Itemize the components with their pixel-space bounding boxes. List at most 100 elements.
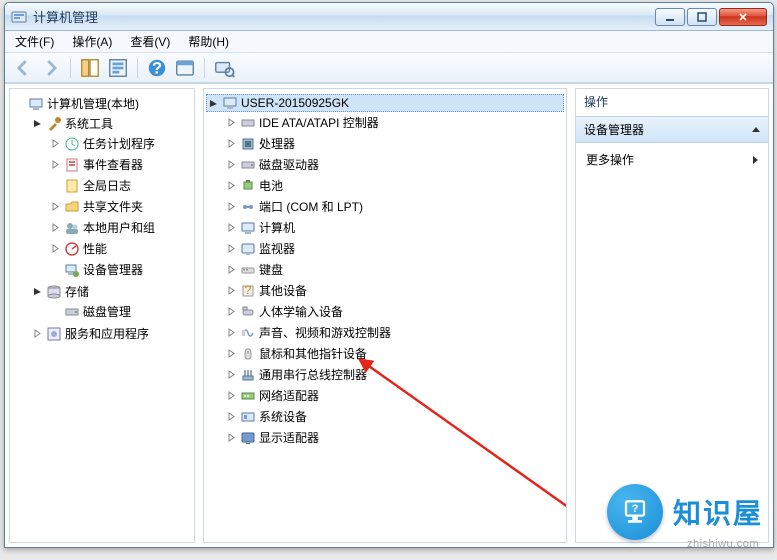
expander-expand-icon[interactable] [226, 369, 237, 380]
device-category-label: 计算机 [259, 219, 295, 236]
toolbar-sep-1 [70, 58, 71, 78]
actions-more[interactable]: 更多操作 [576, 143, 768, 176]
device-category[interactable]: 人体学输入设备 [224, 302, 564, 321]
device-category[interactable]: 网络适配器 [224, 386, 564, 405]
expander-expand-icon[interactable] [226, 117, 237, 128]
left-performance[interactable]: 性能 [48, 239, 192, 258]
device-category[interactable]: 端口 (COM 和 LPT) [224, 197, 564, 216]
disk-icon [64, 304, 80, 320]
left-shared-folders[interactable]: 共享文件夹 [48, 197, 192, 216]
expander-expand-icon[interactable] [226, 243, 237, 254]
toolbar-forward[interactable] [39, 56, 63, 80]
device-category-label: IDE ATA/ATAPI 控制器 [259, 114, 379, 131]
expander-expand-icon[interactable] [50, 159, 61, 170]
device-category[interactable]: ?其他设备 [224, 281, 564, 300]
toolbar-refresh[interactable] [173, 56, 197, 80]
app-icon [11, 9, 27, 25]
menu-file[interactable]: 文件(F) [15, 33, 54, 50]
expander-expand-icon[interactable] [226, 180, 237, 191]
left-root[interactable]: 计算机管理(本地) [12, 94, 192, 113]
actions-selected[interactable]: 设备管理器 [576, 116, 768, 143]
expander-expand-icon[interactable] [226, 327, 237, 338]
device-category-icon: ? [240, 283, 256, 299]
device-category[interactable]: 计算机 [224, 218, 564, 237]
toolbar: ? [5, 53, 773, 83]
window-frame: 计算机管理 文件(F) 操作(A) 查看(V) 帮助(H) ? [4, 2, 774, 548]
expander-expand-icon[interactable] [226, 138, 237, 149]
minimize-button[interactable] [655, 8, 685, 26]
expander-expand-icon[interactable] [226, 222, 237, 233]
menu-action[interactable]: 操作(A) [72, 33, 112, 50]
device-category-icon [240, 325, 256, 341]
device-category[interactable]: 通用串行总线控制器 [224, 365, 564, 384]
toolbar-properties[interactable] [106, 56, 130, 80]
expander-expand-icon[interactable] [50, 243, 61, 254]
middle-pane[interactable]: USER-20150925GK IDE ATA/ATAPI 控制器处理器磁盘驱动… [203, 88, 567, 543]
device-category[interactable]: 显示适配器 [224, 428, 564, 447]
expander-expand-icon[interactable] [226, 432, 237, 443]
toolbar-help[interactable]: ? [145, 56, 169, 80]
device-category[interactable]: 磁盘驱动器 [224, 155, 564, 174]
device-category-label: 人体学输入设备 [259, 303, 343, 320]
svg-text:?: ? [632, 503, 639, 515]
toolbar-scan[interactable] [212, 56, 236, 80]
device-root[interactable]: USER-20150925GK [206, 94, 564, 112]
expander-collapse-icon[interactable] [32, 118, 43, 129]
storage-icon [46, 284, 62, 300]
expander-expand-icon[interactable] [226, 411, 237, 422]
menu-help[interactable]: 帮助(H) [188, 33, 229, 50]
device-category[interactable]: 键盘 [224, 260, 564, 279]
expander-expand-icon[interactable] [50, 201, 61, 212]
maximize-button[interactable] [687, 8, 717, 26]
device-category-label: 电池 [259, 177, 283, 194]
left-global-log[interactable]: 全局日志 [48, 176, 192, 195]
left-users-groups[interactable]: 本地用户和组 [48, 218, 192, 237]
log-icon [64, 178, 80, 194]
left-services-apps[interactable]: 服务和应用程序 [30, 324, 192, 343]
device-category-icon [240, 367, 256, 383]
expander-expand-icon[interactable] [226, 285, 237, 296]
device-category-label: 磁盘驱动器 [259, 156, 319, 173]
expander-expand-icon[interactable] [50, 222, 61, 233]
left-event-viewer[interactable]: 事件查看器 [48, 155, 192, 174]
device-category-label: 键盘 [259, 261, 283, 278]
device-category-icon [240, 115, 256, 131]
device-category-icon [240, 241, 256, 257]
device-category[interactable]: 处理器 [224, 134, 564, 153]
services-icon [46, 326, 62, 342]
expander-collapse-icon[interactable] [32, 286, 43, 297]
device-category[interactable]: 鼠标和其他指针设备 [224, 344, 564, 363]
expander-expand-icon[interactable] [226, 159, 237, 170]
window-title: 计算机管理 [33, 7, 98, 26]
expander-collapse-icon[interactable] [208, 98, 219, 109]
device-category[interactable]: 系统设备 [224, 407, 564, 426]
expander-expand-icon[interactable] [226, 264, 237, 275]
left-task-scheduler[interactable]: 任务计划程序 [48, 134, 192, 153]
watermark-brand: 知识屋 [673, 492, 763, 532]
expander-expand-icon[interactable] [32, 328, 43, 339]
expander-expand-icon[interactable] [226, 201, 237, 212]
toolbar-sep-2 [137, 58, 138, 78]
device-category[interactable]: 声音、视频和游戏控制器 [224, 323, 564, 342]
expander-expand-icon[interactable] [50, 138, 61, 149]
left-disk-mgmt[interactable]: 磁盘管理 [48, 302, 192, 321]
device-category[interactable]: 电池 [224, 176, 564, 195]
left-system-tools[interactable]: 系统工具 [30, 114, 192, 133]
device-category[interactable]: 监视器 [224, 239, 564, 258]
left-pane[interactable]: 计算机管理(本地) 系统工具 任务计划程序 事件查看器 [9, 88, 195, 543]
device-category-label: 端口 (COM 和 LPT) [259, 198, 363, 215]
toolbar-show-hide-tree[interactable] [78, 56, 102, 80]
close-button[interactable] [719, 8, 767, 26]
left-storage[interactable]: 存储 [30, 282, 192, 301]
menu-view[interactable]: 查看(V) [130, 33, 170, 50]
titlebar[interactable]: 计算机管理 [5, 3, 773, 31]
device-category[interactable]: IDE ATA/ATAPI 控制器 [224, 113, 564, 132]
toolbar-back[interactable] [11, 56, 35, 80]
expander-expand-icon[interactable] [226, 390, 237, 401]
left-device-manager[interactable]: 设备管理器 [48, 260, 192, 279]
window-buttons [655, 8, 767, 26]
watermark-badge-icon: ? [607, 484, 663, 540]
device-category-label: 鼠标和其他指针设备 [259, 345, 367, 362]
expander-expand-icon[interactable] [226, 348, 237, 359]
expander-expand-icon[interactable] [226, 306, 237, 317]
